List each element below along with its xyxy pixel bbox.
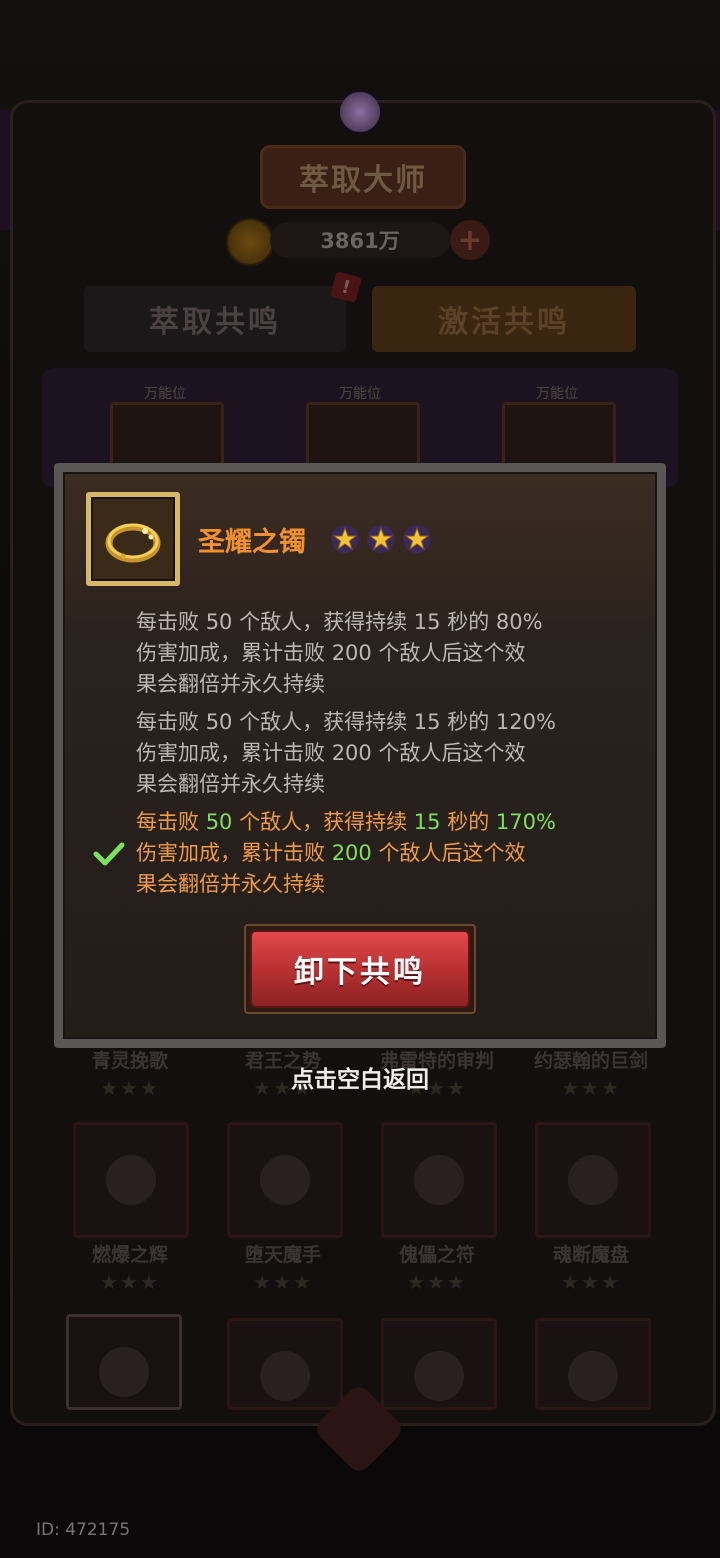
lantern-icon <box>568 1351 618 1401</box>
tier-text: 秒的 <box>440 610 496 634</box>
tier-text: 伤害加成，累计击败 <box>136 841 332 865</box>
star-icon <box>367 525 395 553</box>
tier-value: 200 <box>331 641 372 665</box>
tier-text: 个敌人，获得持续 <box>232 610 414 634</box>
clover-icon <box>260 1351 310 1401</box>
tier-text: 个敌人，获得持续 <box>232 810 414 834</box>
tier-value: 80% <box>495 610 543 634</box>
tier-text: 个敌人后这个效 <box>371 641 526 665</box>
tab-activate-resonance[interactable]: 激活共鸣 <box>372 286 636 352</box>
tier-value: 50 <box>205 710 233 734</box>
tier-value: 50 <box>205 810 233 834</box>
item-cell[interactable] <box>227 1122 343 1238</box>
item-stars: ★★★ <box>407 1270 467 1294</box>
item-stars: ★★★ <box>561 1270 621 1294</box>
ankh-icon <box>414 1155 464 1205</box>
title-plate: 萃取大师 <box>260 145 466 209</box>
item-name: 傀儡之符 <box>398 1244 475 1266</box>
slot-label: 万能位 <box>144 386 186 402</box>
tier-value: 50 <box>205 610 233 634</box>
tier-text: 伤害加成，累计击败 <box>136 641 332 665</box>
tab-extract-resonance[interactable]: 萃取共鸣 <box>84 286 346 352</box>
disc-icon <box>568 1155 618 1205</box>
user-id: ID: 472175 <box>36 1520 131 1540</box>
tier-text: 个敌人，获得持续 <box>232 710 414 734</box>
tier-2-description: 每击败 50 个敌人，获得持续 15 秒的 120% 伤害加成，累计击败 200… <box>136 707 636 800</box>
tier-text: 每击败 <box>136 810 206 834</box>
star-icon <box>331 525 359 553</box>
item-name-title: 圣耀之镯 <box>198 527 306 558</box>
item-cell[interactable] <box>227 1318 343 1410</box>
trident-icon <box>260 1155 310 1205</box>
tier-value: 15 <box>413 710 441 734</box>
tier-1-description: 每击败 50 个敌人，获得持续 15 秒的 80% 伤害加成，累计击败 200 … <box>136 607 636 700</box>
item-cell[interactable] <box>535 1318 651 1410</box>
tier-value: 120% <box>495 710 556 734</box>
slot-label: 万能位 <box>339 386 381 402</box>
page-title: 萃取大师 <box>299 163 427 198</box>
item-stars: ★★★ <box>253 1270 313 1294</box>
stop-sign-icon <box>106 1155 156 1205</box>
item-cell[interactable] <box>381 1122 497 1238</box>
item-icon-frame <box>86 492 180 586</box>
tier-3-description-active: 每击败 50 个敌人，获得持续 15 秒的 170% 伤害加成，累计击败 200… <box>136 807 636 900</box>
tier-value: 200 <box>331 841 372 865</box>
tier-value: 170% <box>495 810 556 834</box>
tier-text: 果会翻倍并永久持续 <box>136 772 325 796</box>
coin-icon <box>226 218 274 266</box>
item-cell[interactable] <box>535 1122 651 1238</box>
tier-text: 果会翻倍并永久持续 <box>136 672 325 696</box>
beetle-icon <box>99 1347 149 1397</box>
unequip-resonance-button[interactable]: 卸下共鸣 <box>250 930 470 1008</box>
tier-text: 秒的 <box>440 710 496 734</box>
add-currency-button[interactable]: + <box>450 220 490 260</box>
tier-value: 15 <box>413 810 441 834</box>
item-cell[interactable] <box>66 1314 182 1410</box>
tier-text: 果会翻倍并永久持续 <box>136 872 325 896</box>
item-cell[interactable] <box>73 1122 189 1238</box>
orb-icon <box>340 92 380 132</box>
item-name: 堕天魔手 <box>244 1244 321 1266</box>
eye-icon <box>414 1351 464 1401</box>
item-name: 燃爆之辉 <box>91 1244 168 1266</box>
slot-label: 万能位 <box>536 386 578 402</box>
tier-text: 个敌人后这个效 <box>371 841 526 865</box>
check-icon <box>93 842 125 866</box>
tier-text: 每击败 <box>136 710 206 734</box>
bracelet-icon <box>91 497 175 581</box>
tier-text: 每击败 <box>136 610 206 634</box>
tap-blank-to-return-hint: 点击空白返回 <box>291 1067 429 1093</box>
item-stars: ★★★ <box>100 1270 160 1294</box>
tier-value: 15 <box>413 610 441 634</box>
tier-value: 200 <box>331 741 372 765</box>
tier-text: 个敌人后这个效 <box>371 741 526 765</box>
currency-amount: 3861万 <box>270 222 450 258</box>
star-icon <box>403 525 431 553</box>
item-cell[interactable] <box>381 1318 497 1410</box>
item-name: 魂断魔盘 <box>552 1244 629 1266</box>
tier-text: 秒的 <box>440 810 496 834</box>
tier-text: 伤害加成，累计击败 <box>136 741 332 765</box>
